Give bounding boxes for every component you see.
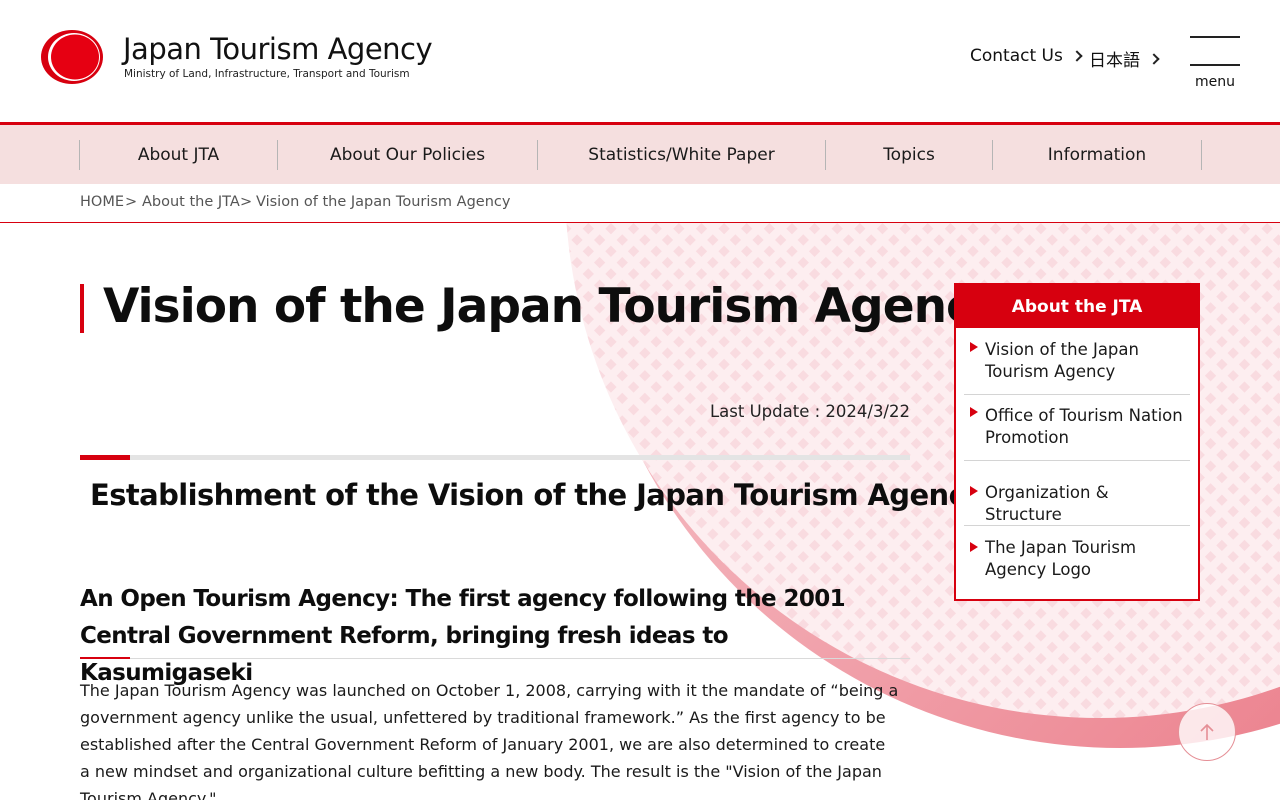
triangle-bullet-icon (970, 486, 978, 496)
sub-heading: An Open Tourism Agency: The first agency… (80, 586, 846, 686)
breadcrumb-separator: > (240, 194, 253, 210)
language-label: 日本語 (1089, 51, 1140, 71)
breadcrumb-separator: > (125, 194, 138, 210)
sidebar-item-label: The Japan Tourism Agency Logo (985, 538, 1137, 579)
sidebar-item-label: Office of Tourism Nation Promotion (985, 406, 1183, 447)
triangle-bullet-icon (970, 542, 978, 552)
section-heading: Establishment of the Vision of the Japan… (90, 478, 984, 512)
breadcrumb-home[interactable]: HOME (80, 194, 124, 210)
hamburger-icon-bar (1190, 64, 1240, 66)
chevron-right-icon (1071, 50, 1083, 62)
menu-button[interactable]: menu (1190, 36, 1240, 92)
sidebar-item-office[interactable]: Office of Tourism Nation Promotion (964, 395, 1190, 461)
title-accent-bar (80, 284, 84, 333)
breadcrumb-about-jta[interactable]: About the JTA (142, 194, 240, 210)
nav-item-topics[interactable]: Topics (826, 125, 992, 184)
logo-subtitle: Ministry of Land, Infrastructure, Transp… (124, 68, 410, 80)
sidebar: About the JTA Vision of the Japan Touris… (954, 283, 1200, 601)
nav-item-information[interactable]: Information (993, 125, 1201, 184)
logo-title[interactable]: Japan Tourism Agency (123, 32, 433, 66)
nav-item-about-our-policies[interactable]: About Our Policies (278, 125, 537, 184)
chevron-right-icon (1148, 52, 1160, 65)
sub-heading-divider-accent (80, 657, 130, 659)
language-link[interactable]: 日本語 (1089, 46, 1160, 71)
nav-item-statistics[interactable]: Statistics/White Paper (538, 125, 825, 184)
breadcrumb: HOME > About the JTA > Vision of the Jap… (0, 184, 1280, 223)
sidebar-item-vision[interactable]: Vision of the Japan Tourism Agency (964, 335, 1190, 395)
red-circle-logo-icon[interactable] (40, 29, 104, 85)
sidebar-item-organization[interactable]: Organization & Structure (964, 461, 1190, 526)
site-header: Japan Tourism Agency Ministry of Land, I… (0, 0, 1280, 122)
triangle-bullet-icon (970, 342, 978, 352)
triangle-bullet-icon (970, 407, 978, 417)
sidebar-heading[interactable]: About the JTA (956, 285, 1198, 328)
nav-item-about-jta[interactable]: About JTA (80, 125, 277, 184)
sidebar-item-label: Organization & Structure (985, 483, 1109, 524)
sidebar-item-logo[interactable]: The Japan Tourism Agency Logo (964, 526, 1190, 597)
contact-us-link[interactable]: Contact Us (970, 46, 1083, 66)
global-nav: About JTA About Our Policies Statistics/… (0, 122, 1280, 184)
menu-label: menu (1195, 74, 1235, 90)
sidebar-item-label: Vision of the Japan Tourism Agency (985, 340, 1139, 381)
nav-divider (1201, 140, 1202, 170)
hamburger-icon (1190, 36, 1240, 38)
back-to-top-button[interactable] (1178, 703, 1236, 761)
contact-us-label: Contact Us (970, 46, 1063, 66)
last-update: Last Update : 2024/3/22 (709, 402, 910, 421)
body-paragraph: The Japan Tourism Agency was launched on… (80, 681, 899, 800)
section-divider (80, 455, 910, 460)
breadcrumb-current: Vision of the Japan Tourism Agency (256, 194, 511, 210)
page-title: Vision of the Japan Tourism Agency (103, 279, 1004, 334)
arrow-up-icon (1199, 723, 1214, 740)
sub-heading-divider (80, 658, 910, 659)
section-divider-accent (80, 455, 130, 460)
